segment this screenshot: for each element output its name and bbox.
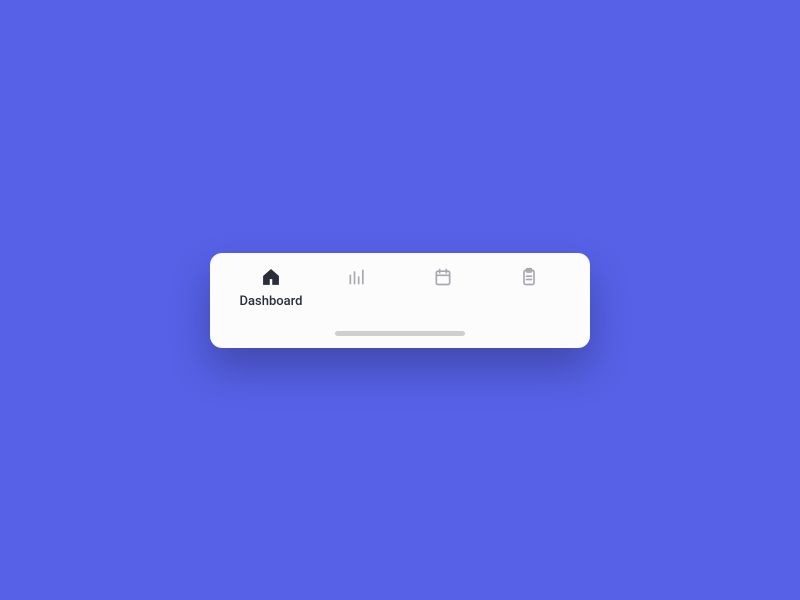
clipboard-icon (519, 267, 539, 291)
tab-bar: Dashboard Analytics (210, 253, 590, 348)
tab-tasks[interactable]: Tasks (486, 267, 572, 291)
tab-label: Dashboard (240, 294, 303, 309)
home-icon (261, 267, 281, 291)
calendar-icon (433, 267, 453, 291)
tab-dashboard[interactable]: Dashboard (228, 267, 314, 309)
tab-calendar[interactable]: Calendar (400, 267, 486, 291)
tab-analytics[interactable]: Analytics (314, 267, 400, 291)
chart-icon (347, 267, 367, 291)
tabs-container: Dashboard Analytics (228, 267, 572, 309)
home-indicator (335, 331, 465, 336)
